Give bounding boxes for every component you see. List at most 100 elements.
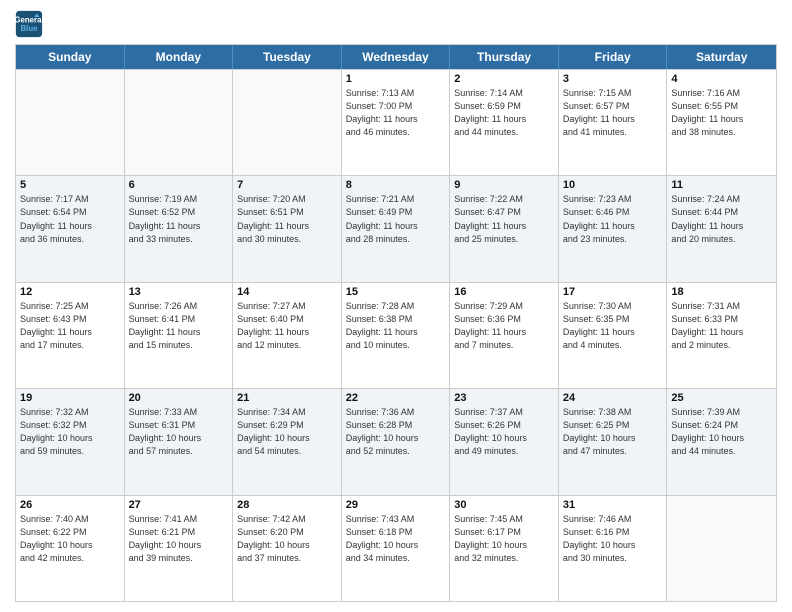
day-info: Sunrise: 7:45 AM Sunset: 6:17 PM Dayligh… bbox=[454, 513, 554, 565]
day-cell-10: 10 Sunrise: 7:23 AM Sunset: 6:46 PM Dayli… bbox=[559, 176, 668, 281]
day-info: Sunrise: 7:37 AM Sunset: 6:26 PM Dayligh… bbox=[454, 406, 554, 458]
calendar-row-2: 5 Sunrise: 7:17 AM Sunset: 6:54 PM Daylig… bbox=[16, 175, 776, 281]
logo-icon: General Blue bbox=[15, 10, 43, 38]
day-number: 18 bbox=[671, 286, 772, 298]
empty-cell bbox=[16, 70, 125, 175]
day-cell-22: 22 Sunrise: 7:36 AM Sunset: 6:28 PM Dayli… bbox=[342, 389, 451, 494]
day-cell-8: 8Sunrise: 7:21 AM Sunset: 6:49 PM Daylig… bbox=[342, 176, 451, 281]
day-number: 25 bbox=[671, 392, 772, 404]
day-number: 21 bbox=[237, 392, 337, 404]
day-cell-2: 2 Sunrise: 7:14 AM Sunset: 6:59 PM Daylig… bbox=[450, 70, 559, 175]
day-info: Sunrise: 7:23 AM Sunset: 6:46 PM Dayligh… bbox=[563, 193, 663, 245]
day-number: 7 bbox=[237, 179, 337, 191]
day-info: Sunrise: 7:28 AM Sunset: 6:38 PM Dayligh… bbox=[346, 300, 446, 352]
day-info: Sunrise: 7:33 AM Sunset: 6:31 PM Dayligh… bbox=[129, 406, 229, 458]
day-info: Sunrise: 7:14 AM Sunset: 6:59 PM Dayligh… bbox=[454, 87, 554, 139]
calendar-row-4: 19 Sunrise: 7:32 AM Sunset: 6:32 PM Dayli… bbox=[16, 388, 776, 494]
header-cell-monday: Monday bbox=[125, 45, 234, 69]
day-number: 29 bbox=[346, 499, 446, 511]
day-info: Sunrise: 7:38 AM Sunset: 6:25 PM Dayligh… bbox=[563, 406, 663, 458]
day-cell-5: 5 Sunrise: 7:17 AM Sunset: 6:54 PM Daylig… bbox=[16, 176, 125, 281]
day-number: 15 bbox=[346, 286, 446, 298]
day-cell-20: 20Sunrise: 7:33 AM Sunset: 6:31 PM Dayli… bbox=[125, 389, 234, 494]
header-cell-sunday: Sunday bbox=[16, 45, 125, 69]
day-info: Sunrise: 7:34 AM Sunset: 6:29 PM Dayligh… bbox=[237, 406, 337, 458]
day-number: 12 bbox=[20, 286, 120, 298]
day-number: 16 bbox=[454, 286, 554, 298]
day-cell-14: 14 Sunrise: 7:27 AM Sunset: 6:40 PM Dayli… bbox=[233, 283, 342, 388]
empty-cell bbox=[125, 70, 234, 175]
day-number: 30 bbox=[454, 499, 554, 511]
calendar-row-1: 1 Sunrise: 7:13 AM Sunset: 7:00 PM Daylig… bbox=[16, 69, 776, 175]
header-cell-tuesday: Tuesday bbox=[233, 45, 342, 69]
day-cell-6: 6Sunrise: 7:19 AM Sunset: 6:52 PM Daylig… bbox=[125, 176, 234, 281]
day-cell-23: 23 Sunrise: 7:37 AM Sunset: 6:26 PM Dayli… bbox=[450, 389, 559, 494]
header: General Blue bbox=[15, 10, 777, 38]
day-number: 11 bbox=[671, 179, 772, 191]
day-number: 31 bbox=[563, 499, 663, 511]
day-cell-30: 30 Sunrise: 7:45 AM Sunset: 6:17 PM Dayli… bbox=[450, 496, 559, 601]
day-number: 26 bbox=[20, 499, 120, 511]
day-info: Sunrise: 7:36 AM Sunset: 6:28 PM Dayligh… bbox=[346, 406, 446, 458]
day-cell-7: 7 Sunrise: 7:20 AM Sunset: 6:51 PM Daylig… bbox=[233, 176, 342, 281]
header-cell-wednesday: Wednesday bbox=[342, 45, 451, 69]
day-number: 6 bbox=[129, 179, 229, 191]
day-info: Sunrise: 7:15 AM Sunset: 6:57 PM Dayligh… bbox=[563, 87, 663, 139]
calendar-row-3: 12Sunrise: 7:25 AM Sunset: 6:43 PM Dayli… bbox=[16, 282, 776, 388]
day-info: Sunrise: 7:30 AM Sunset: 6:35 PM Dayligh… bbox=[563, 300, 663, 352]
day-info: Sunrise: 7:17 AM Sunset: 6:54 PM Dayligh… bbox=[20, 193, 120, 245]
day-info: Sunrise: 7:24 AM Sunset: 6:44 PM Dayligh… bbox=[671, 193, 772, 245]
calendar-page: General Blue SundayMondayTuesdayWednesda… bbox=[0, 0, 792, 612]
day-info: Sunrise: 7:43 AM Sunset: 6:18 PM Dayligh… bbox=[346, 513, 446, 565]
day-info: Sunrise: 7:13 AM Sunset: 7:00 PM Dayligh… bbox=[346, 87, 446, 139]
day-info: Sunrise: 7:39 AM Sunset: 6:24 PM Dayligh… bbox=[671, 406, 772, 458]
day-number: 27 bbox=[129, 499, 229, 511]
day-cell-31: 31Sunrise: 7:46 AM Sunset: 6:16 PM Dayli… bbox=[559, 496, 668, 601]
day-number: 24 bbox=[563, 392, 663, 404]
day-number: 14 bbox=[237, 286, 337, 298]
day-info: Sunrise: 7:22 AM Sunset: 6:47 PM Dayligh… bbox=[454, 193, 554, 245]
day-info: Sunrise: 7:16 AM Sunset: 6:55 PM Dayligh… bbox=[671, 87, 772, 139]
day-info: Sunrise: 7:41 AM Sunset: 6:21 PM Dayligh… bbox=[129, 513, 229, 565]
day-cell-28: 28Sunrise: 7:42 AM Sunset: 6:20 PM Dayli… bbox=[233, 496, 342, 601]
day-cell-15: 15 Sunrise: 7:28 AM Sunset: 6:38 PM Dayli… bbox=[342, 283, 451, 388]
day-info: Sunrise: 7:26 AM Sunset: 6:41 PM Dayligh… bbox=[129, 300, 229, 352]
calendar-body: 1 Sunrise: 7:13 AM Sunset: 7:00 PM Daylig… bbox=[16, 69, 776, 601]
header-cell-saturday: Saturday bbox=[667, 45, 776, 69]
day-info: Sunrise: 7:29 AM Sunset: 6:36 PM Dayligh… bbox=[454, 300, 554, 352]
day-number: 5 bbox=[20, 179, 120, 191]
svg-text:Blue: Blue bbox=[20, 24, 38, 33]
day-number: 9 bbox=[454, 179, 554, 191]
empty-cell bbox=[667, 496, 776, 601]
day-cell-29: 29 Sunrise: 7:43 AM Sunset: 6:18 PM Dayli… bbox=[342, 496, 451, 601]
calendar: SundayMondayTuesdayWednesdayThursdayFrid… bbox=[15, 44, 777, 602]
day-number: 17 bbox=[563, 286, 663, 298]
day-cell-26: 26 Sunrise: 7:40 AM Sunset: 6:22 PM Dayli… bbox=[16, 496, 125, 601]
day-number: 2 bbox=[454, 73, 554, 85]
day-number: 3 bbox=[563, 73, 663, 85]
day-number: 1 bbox=[346, 73, 446, 85]
day-cell-4: 4 Sunrise: 7:16 AM Sunset: 6:55 PM Daylig… bbox=[667, 70, 776, 175]
day-cell-12: 12Sunrise: 7:25 AM Sunset: 6:43 PM Dayli… bbox=[16, 283, 125, 388]
day-cell-11: 11 Sunrise: 7:24 AM Sunset: 6:44 PM Dayli… bbox=[667, 176, 776, 281]
header-cell-friday: Friday bbox=[559, 45, 668, 69]
day-number: 4 bbox=[671, 73, 772, 85]
day-number: 8 bbox=[346, 179, 446, 191]
day-info: Sunrise: 7:40 AM Sunset: 6:22 PM Dayligh… bbox=[20, 513, 120, 565]
day-cell-25: 25 Sunrise: 7:39 AM Sunset: 6:24 PM Dayli… bbox=[667, 389, 776, 494]
day-number: 10 bbox=[563, 179, 663, 191]
day-info: Sunrise: 7:20 AM Sunset: 6:51 PM Dayligh… bbox=[237, 193, 337, 245]
day-cell-21: 21 Sunrise: 7:34 AM Sunset: 6:29 PM Dayli… bbox=[233, 389, 342, 494]
day-info: Sunrise: 7:32 AM Sunset: 6:32 PM Dayligh… bbox=[20, 406, 120, 458]
empty-cell bbox=[233, 70, 342, 175]
day-cell-17: 17 Sunrise: 7:30 AM Sunset: 6:35 PM Dayli… bbox=[559, 283, 668, 388]
day-number: 23 bbox=[454, 392, 554, 404]
day-cell-3: 3 Sunrise: 7:15 AM Sunset: 6:57 PM Daylig… bbox=[559, 70, 668, 175]
day-number: 19 bbox=[20, 392, 120, 404]
day-number: 28 bbox=[237, 499, 337, 511]
day-info: Sunrise: 7:27 AM Sunset: 6:40 PM Dayligh… bbox=[237, 300, 337, 352]
day-number: 13 bbox=[129, 286, 229, 298]
day-cell-13: 13 Sunrise: 7:26 AM Sunset: 6:41 PM Dayli… bbox=[125, 283, 234, 388]
day-number: 22 bbox=[346, 392, 446, 404]
day-cell-18: 18Sunrise: 7:31 AM Sunset: 6:33 PM Dayli… bbox=[667, 283, 776, 388]
